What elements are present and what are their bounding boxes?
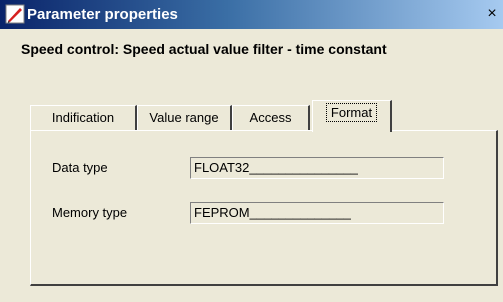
parameter-heading: Speed control: Speed actual value filter…: [21, 41, 387, 57]
tab-format[interactable]: Format: [312, 100, 392, 132]
tab-indification[interactable]: Indification: [30, 105, 137, 130]
tab-label: Indification: [51, 110, 115, 125]
tab-label: Format: [325, 103, 378, 122]
parameter-properties-dialog: Parameter properties × Speed control: Sp…: [0, 0, 503, 302]
tab-value-range[interactable]: Value range: [137, 105, 232, 130]
tab-access[interactable]: Access: [232, 105, 310, 130]
memory-type-field[interactable]: FEPROM______________: [190, 202, 444, 224]
close-button[interactable]: ×: [483, 4, 501, 24]
tab-label: Value range: [149, 110, 219, 125]
format-panel: Data type FLOAT32_______________ Memory …: [30, 130, 498, 286]
memory-type-label: Memory type: [52, 205, 128, 220]
data-type-field[interactable]: FLOAT32_______________: [190, 157, 444, 179]
data-type-label: Data type: [52, 160, 108, 175]
window-title: Parameter properties: [27, 6, 178, 23]
tab-label: Access: [249, 110, 292, 125]
title-bar[interactable]: Parameter properties ×: [0, 0, 503, 29]
app-icon: [5, 4, 25, 24]
